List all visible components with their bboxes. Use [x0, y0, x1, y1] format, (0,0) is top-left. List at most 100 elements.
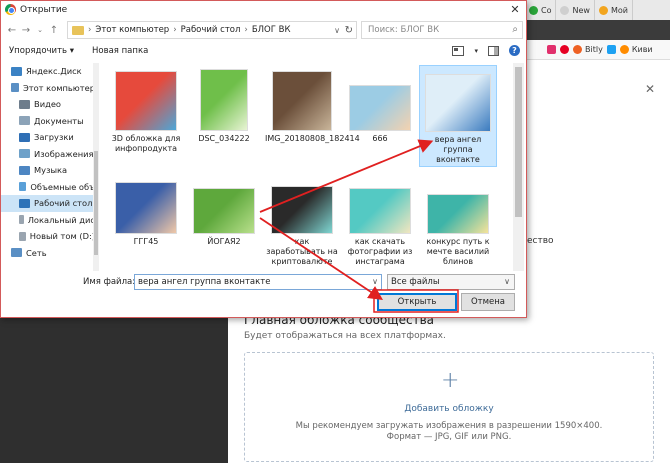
- chevron-down-icon[interactable]: ▾: [474, 47, 478, 55]
- sidebar-item[interactable]: Объемные объ: [1, 179, 95, 196]
- sidebar-item[interactable]: Документы: [1, 113, 95, 130]
- file-thumbnail: [271, 186, 333, 234]
- help-icon[interactable]: ?: [509, 45, 520, 56]
- sidebar-item-label: Изображения: [34, 148, 94, 159]
- file-label: DSC_034222: [198, 134, 250, 143]
- file-label: как скачать фотографии из инстаграма: [347, 237, 413, 266]
- cancel-button[interactable]: Отмена: [461, 293, 515, 311]
- file-item[interactable]: IMG_20180808_182414: [263, 65, 360, 144]
- file-item[interactable]: DSC_034222: [185, 65, 263, 144]
- chevron-right-icon: ›: [88, 25, 92, 35]
- sidebar-item[interactable]: Яндекс.Диск: [1, 63, 95, 80]
- upload-hint-line: Мы рекомендуем загружать изображения в р…: [295, 421, 603, 431]
- sidebar-item[interactable]: Этот компьютер: [1, 80, 95, 97]
- file-label: конкурс путь к мечте василий блинов: [426, 237, 490, 266]
- file-item[interactable]: ГГГ45: [107, 176, 185, 247]
- folder-icon: [11, 66, 22, 76]
- file-list-scrollbar[interactable]: [513, 63, 524, 271]
- sidebar-item-label: Видео: [34, 99, 62, 110]
- upload-hint-line: Формат — JPG, GIF или PNG.: [386, 432, 512, 442]
- file-list: 3D обложка для инфопродукта DSC_034222 IMG…: [101, 63, 512, 271]
- bookmark-label: Киви: [631, 45, 653, 54]
- dialog-title: Открытие: [20, 4, 68, 15]
- up-arrow-icon[interactable]: ↑: [47, 25, 61, 36]
- search-icon: ⌕: [512, 24, 518, 35]
- dialog-titlebar: Открытие ✕: [1, 1, 526, 18]
- view-mode-icon[interactable]: [452, 45, 465, 56]
- file-item[interactable]: ЙОГАЯ2: [185, 176, 263, 247]
- file-thumbnail: [115, 71, 177, 131]
- browser-tab[interactable]: Мой: [595, 0, 633, 20]
- sidebar-item[interactable]: Видео: [1, 96, 95, 113]
- file-item[interactable]: вера ангел группа вконтакте: [419, 65, 497, 167]
- plus-icon[interactable]: +: [441, 368, 459, 393]
- open-button[interactable]: Открыть: [377, 293, 457, 311]
- address-bar[interactable]: › Этот компьютер › Рабочий стол › БЛОГ В…: [67, 21, 357, 39]
- instagram-icon: [547, 45, 556, 54]
- bookmark-bitly[interactable]: Bitly: [573, 45, 603, 54]
- scrollbar-thumb[interactable]: [515, 67, 522, 217]
- chevron-right-icon: ›: [173, 25, 177, 35]
- folder-icon: [19, 149, 30, 159]
- breadcrumb-item[interactable]: Этот компьютер: [95, 25, 169, 35]
- file-label: ЙОГАЯ2: [207, 237, 241, 246]
- browser-tab[interactable]: New: [556, 0, 595, 20]
- folder-icon: [19, 132, 30, 142]
- sidebar-item[interactable]: Сеть: [1, 245, 95, 262]
- forward-arrow-icon[interactable]: →: [19, 25, 33, 36]
- sidebar-scrollbar[interactable]: [93, 63, 99, 271]
- sidebar-item-label: Новый том (D:): [29, 231, 95, 242]
- file-item[interactable]: как скачать фотографии из инстаграма: [341, 176, 419, 267]
- tab-label: New: [572, 5, 590, 15]
- sidebar-item-label: Музыка: [34, 165, 68, 176]
- bookmark-twitter[interactable]: [606, 45, 616, 54]
- bookmark-kiwi[interactable]: Киви: [619, 45, 653, 54]
- bookmark-pinterest[interactable]: [560, 45, 569, 54]
- search-input[interactable]: Поиск: БЛОГ ВК ⌕: [361, 21, 523, 39]
- sidebar-item[interactable]: Рабочий стол: [1, 195, 95, 212]
- file-thumbnail: [272, 71, 332, 131]
- breadcrumb-item[interactable]: БЛОГ ВК: [252, 25, 291, 35]
- sidebar-item-label: Сеть: [26, 247, 47, 258]
- refresh-icon[interactable]: ↻: [345, 25, 353, 36]
- file-item[interactable]: 666: [341, 65, 419, 144]
- browser-tab[interactable]: Co: [525, 0, 557, 20]
- breadcrumb-item[interactable]: Рабочий стол: [181, 25, 241, 35]
- file-label: IMG_20180808_182414: [265, 134, 360, 143]
- organize-menu[interactable]: Упорядочить ▾: [9, 46, 74, 56]
- file-item[interactable]: конкурс путь к мечте василий блинов: [419, 176, 497, 267]
- chevron-right-icon: ›: [244, 25, 248, 35]
- chevron-down-icon[interactable]: ⌄: [33, 26, 47, 34]
- preview-pane-icon[interactable]: [488, 45, 499, 56]
- sidebar-item[interactable]: Новый том (D:): [1, 228, 95, 245]
- upload-cover-link[interactable]: Добавить обложку: [244, 404, 654, 414]
- file-thumbnail: [200, 69, 248, 131]
- dialog-toolbar: Упорядочить ▾ Новая папка ▾ ?: [1, 41, 526, 61]
- filetype-select[interactable]: Все файлы ∨: [387, 274, 515, 290]
- close-icon[interactable]: ✕: [508, 3, 522, 16]
- file-label: 666: [372, 134, 388, 143]
- tab-favicon-icon: [598, 5, 608, 15]
- sidebar-item[interactable]: Изображения: [1, 146, 95, 163]
- upload-hint: Мы рекомендуем загружать изображения в р…: [244, 421, 654, 443]
- navigation-bar: ← → ⌄ ↑ › Этот компьютер › Рабочий стол …: [1, 19, 526, 41]
- tab-label: Мой: [610, 5, 628, 15]
- filename-input[interactable]: вера ангел группа вконтакте ∨: [134, 274, 382, 290]
- pinterest-icon: [560, 45, 569, 54]
- chevron-down-icon[interactable]: ∨: [334, 26, 340, 35]
- bookmark-instagram[interactable]: [547, 45, 556, 54]
- new-folder-button[interactable]: Новая папка: [92, 46, 148, 56]
- file-item[interactable]: как заработывать на криптовалюте: [263, 176, 341, 267]
- file-thumbnail: [427, 194, 489, 234]
- folder-icon: [19, 99, 30, 109]
- scrollbar-thumb[interactable]: [94, 151, 98, 255]
- folder-icon: [72, 25, 84, 35]
- sidebar-item[interactable]: Музыка: [1, 162, 95, 179]
- chevron-down-icon[interactable]: ∨: [372, 275, 378, 289]
- file-item[interactable]: 3D обложка для инфопродукта: [107, 65, 185, 154]
- sidebar-item[interactable]: Загрузки: [1, 129, 95, 146]
- sidebar-item[interactable]: Локальный дис: [1, 212, 95, 229]
- back-arrow-icon[interactable]: ←: [5, 25, 19, 36]
- close-icon[interactable]: ✕: [645, 82, 655, 96]
- file-label: 3D обложка для инфопродукта: [111, 134, 181, 153]
